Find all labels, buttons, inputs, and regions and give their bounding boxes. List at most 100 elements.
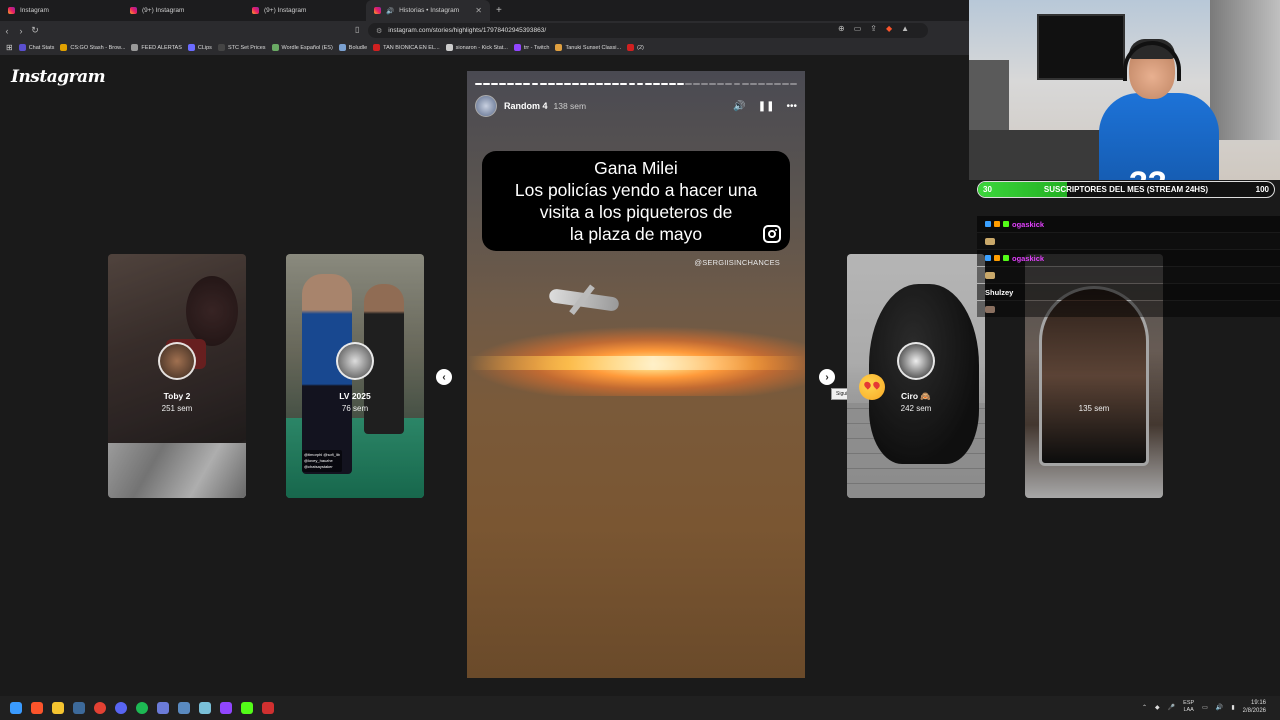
rewards-icon[interactable]: ▲ — [901, 24, 909, 33]
twitch-icon[interactable] — [220, 702, 232, 714]
spotify-icon[interactable] — [136, 702, 148, 714]
network-app-icon[interactable] — [178, 702, 190, 714]
bookmark-item[interactable]: STC Set Prices — [217, 44, 266, 51]
fridge-image — [1210, 0, 1280, 140]
speaker-icon[interactable]: 🔊 — [1216, 704, 1223, 711]
tray-app-icon[interactable]: ◆ — [1155, 704, 1160, 711]
story-time: 135 sem — [1078, 404, 1110, 413]
brave-icon[interactable] — [31, 702, 43, 714]
forward-icon[interactable]: › — [14, 26, 28, 36]
side-story-lv2025[interactable]: LV 2025 76 sem @timorphl @sofi_lib @love… — [286, 254, 424, 498]
bookmark-favicon-icon — [131, 44, 139, 51]
share-icon[interactable]: ⇪ — [870, 24, 877, 33]
chrome-icon[interactable] — [94, 702, 106, 714]
story-username[interactable]: Random 4 — [504, 101, 548, 111]
discord-icon[interactable] — [115, 702, 127, 714]
brave-shield-icon[interactable]: ◆ — [886, 24, 892, 33]
network-icon[interactable]: ▭ — [1202, 704, 1208, 711]
language-indicator[interactable]: ESP LAA — [1183, 700, 1194, 714]
story-time: 138 sem — [553, 101, 587, 111]
tab-instagram-1[interactable]: Instagram — [0, 0, 122, 21]
progress-segment — [523, 83, 531, 85]
story-progress — [475, 83, 797, 85]
instagram-favicon-icon — [130, 7, 137, 14]
progress-segment — [773, 83, 781, 85]
flame-streak-image — [467, 356, 805, 370]
side-story-toby[interactable]: Toby 2 251 sem — [108, 254, 246, 498]
steam-icon[interactable] — [73, 702, 85, 714]
progress-segment — [555, 83, 563, 85]
instagram-glyph-icon — [763, 225, 781, 243]
volume-icon[interactable]: 🔊 — [733, 101, 745, 112]
bookmark-item[interactable]: trr - Twitch — [513, 44, 549, 51]
progress-segment — [725, 83, 733, 85]
chevron-right-icon[interactable]: › — [819, 369, 835, 385]
bookmark-favicon-icon — [217, 44, 225, 51]
bookmark-item[interactable]: Chat Stats — [18, 44, 54, 51]
tab-instagram-3[interactable]: (9+) Instagram — [244, 0, 366, 21]
back-icon[interactable]: ‹ — [0, 26, 14, 36]
bookmark-favicon-icon — [187, 44, 195, 51]
bookmark-label: STC Set Prices — [227, 44, 266, 51]
chat-message — [977, 233, 1280, 249]
chevron-left-icon[interactable]: ‹ — [436, 369, 452, 385]
instagram-logo[interactable]: Instagram — [11, 67, 106, 87]
progress-segment — [571, 83, 579, 85]
bookmark-item[interactable]: TAN BIONICA EN EL... — [373, 44, 440, 51]
bookmark-item[interactable]: CLips — [187, 44, 212, 51]
bookmark-favicon-icon — [271, 44, 279, 51]
story-header: Random 4 138 sem 🔊 ❚❚ ••• — [475, 95, 797, 117]
more-options-icon[interactable]: ••• — [786, 101, 797, 112]
main-story[interactable]: Random 4 138 sem 🔊 ❚❚ ••• Gana Milei Los… — [467, 71, 805, 678]
progress-segment — [475, 83, 482, 85]
windows-start-icon[interactable] — [10, 702, 22, 714]
bookmark-item[interactable]: FEED ALERTAS — [131, 44, 182, 51]
story-name: Toby 2 — [163, 391, 191, 401]
jersey-number: 33 — [1129, 165, 1167, 180]
bookmark-item[interactable]: Tanuki Sunset Classi... — [555, 44, 621, 51]
site-info-icon[interactable]: ⚙ — [376, 27, 382, 35]
file-explorer-icon[interactable] — [52, 702, 64, 714]
reload-icon[interactable]: ↻ — [28, 25, 42, 36]
lang-layout: LAA — [1183, 707, 1194, 713]
battery-icon[interactable]: ▮ — [1231, 704, 1234, 711]
address-toolbar: ‹ › ↻ ▯ ⚙ instagram.com/stories/highligh… — [0, 21, 969, 40]
tab-historias[interactable]: 🔊 Historias • Instagram ✕ — [366, 0, 490, 21]
chat-username: ogaskick — [1012, 253, 1045, 263]
app-icon[interactable] — [199, 702, 211, 714]
monitor-app-icon[interactable] — [157, 702, 169, 714]
progress-segment — [563, 83, 571, 85]
instagram-favicon-icon — [374, 7, 381, 14]
cast-icon[interactable]: ▭ — [854, 24, 862, 33]
tab-instagram-2[interactable]: (9+) Instagram — [122, 0, 244, 21]
story-avatar — [158, 342, 196, 380]
bookmark-icon[interactable]: ▯ — [355, 25, 359, 34]
profile-avatar[interactable] — [475, 95, 497, 117]
bookmark-item[interactable]: Boludle — [338, 44, 367, 51]
bookmark-item[interactable]: CS:GO Stash - Brow... — [60, 44, 125, 51]
clock[interactable]: 19:16 2/8/2026 — [1243, 699, 1266, 715]
zoom-icon[interactable]: ⊕ — [838, 24, 845, 33]
bookmark-item[interactable]: sionaron - Kick Stat... — [445, 44, 508, 51]
apps-grid-icon[interactable]: ⊞ — [6, 43, 13, 52]
bookmark-favicon-icon — [513, 44, 521, 51]
caption-line: la plaza de mayo — [569, 224, 703, 244]
pause-icon[interactable]: ❚❚ — [758, 101, 775, 112]
recorder-icon[interactable] — [262, 702, 274, 714]
microphone-icon[interactable]: 🎤 — [1168, 704, 1175, 711]
badge-icon — [994, 255, 1000, 261]
progress-segment — [547, 83, 555, 85]
clock-date: 2/8/2026 — [1242, 708, 1266, 714]
progress-segment — [660, 83, 668, 85]
progress-segment — [741, 83, 749, 85]
close-tab-icon[interactable]: ✕ — [475, 6, 482, 15]
progress-segment — [757, 83, 765, 85]
bookmark-item[interactable]: Wordle Español (ES) — [271, 44, 333, 51]
chat-message — [977, 267, 1280, 283]
instagram-favicon-icon — [252, 7, 259, 14]
bookmark-item[interactable]: (2) — [627, 44, 644, 51]
kick-icon[interactable] — [241, 702, 253, 714]
new-tab-button[interactable]: + — [496, 5, 502, 16]
progress-segment — [580, 83, 587, 85]
chevron-up-icon[interactable]: ⌃ — [1142, 704, 1147, 711]
